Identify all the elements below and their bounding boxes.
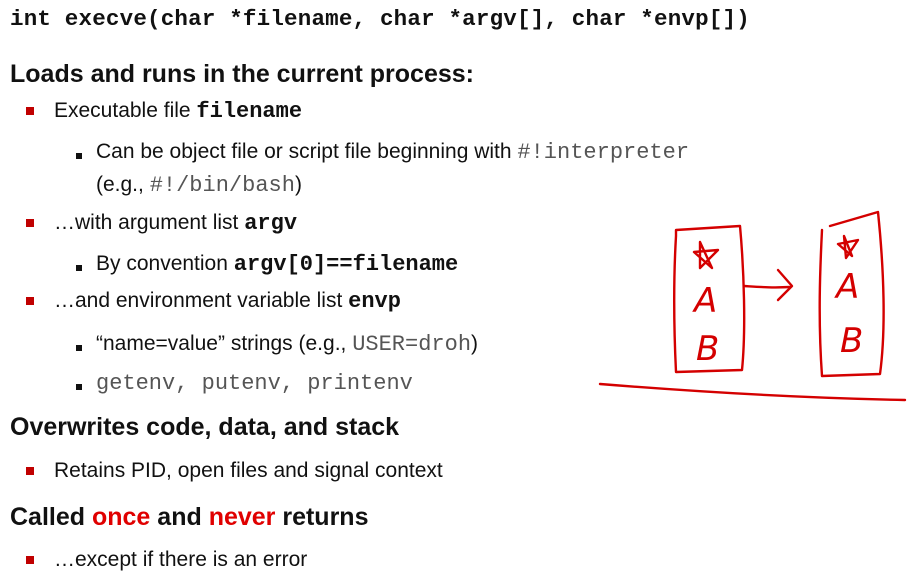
ink-underline [598,382,907,402]
right-box-letter-a: A [834,267,859,307]
arrow-head [776,268,794,302]
star-mark-icon [836,234,860,260]
left-box-letter-a: A [692,281,717,321]
handwritten-annotation: A B A B [598,210,907,402]
left-box-letter-b: B [696,329,719,369]
arrow-line [742,284,792,289]
star-mark-icon [692,240,720,270]
right-box-letter-b: B [840,321,863,361]
